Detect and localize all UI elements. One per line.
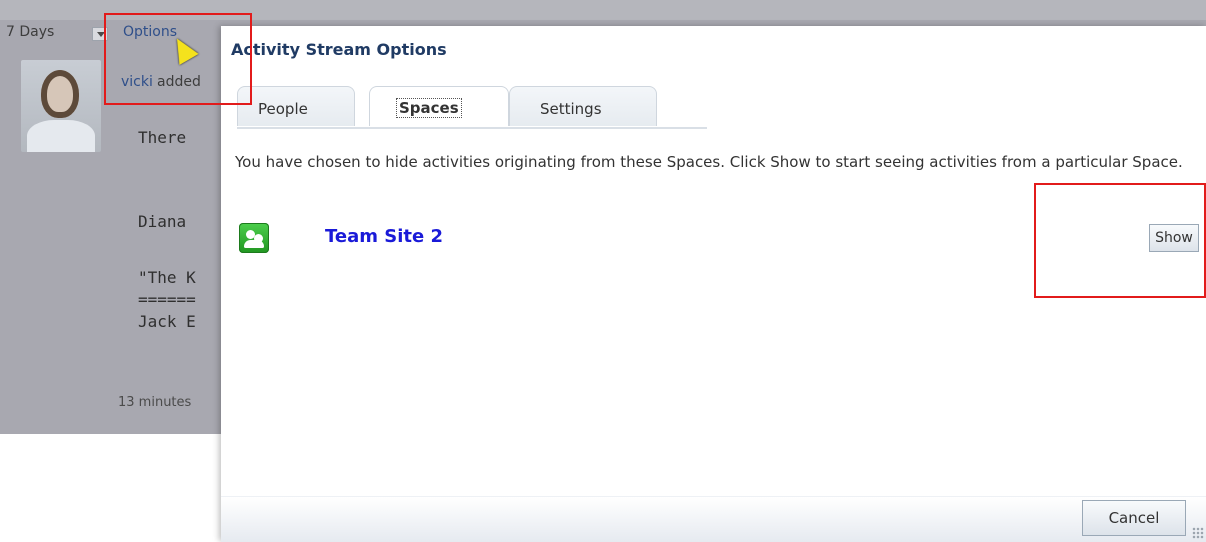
activity-line-4: ====== bbox=[138, 290, 196, 309]
dialog-title: Activity Stream Options bbox=[231, 40, 447, 59]
activity-line-5: Jack E bbox=[138, 312, 196, 331]
dialog-footer bbox=[221, 496, 1206, 542]
tab-bar: People Settings Spaces bbox=[237, 86, 707, 128]
space-link[interactable]: Team Site 2 bbox=[325, 226, 443, 247]
activity-line-2: Diana bbox=[138, 212, 187, 231]
activity-line-1: There bbox=[138, 128, 187, 147]
tab-settings[interactable]: Settings bbox=[509, 86, 657, 126]
avatar bbox=[21, 60, 101, 152]
show-highlight-box bbox=[1034, 183, 1206, 298]
activity-line-3: "The K bbox=[138, 268, 196, 287]
team-space-icon bbox=[239, 223, 269, 253]
tab-label: Spaces bbox=[396, 98, 462, 118]
cancel-button[interactable]: Cancel bbox=[1082, 500, 1186, 536]
tab-label: Settings bbox=[540, 100, 602, 118]
activity-timestamp: 13 minutes bbox=[118, 395, 192, 410]
resize-grip-icon[interactable] bbox=[1192, 527, 1204, 539]
description-text: You have chosen to hide activities origi… bbox=[235, 153, 1183, 171]
tab-spaces[interactable]: Spaces bbox=[369, 86, 509, 126]
tab-divider bbox=[237, 127, 707, 129]
days-filter-label: 7 Days bbox=[6, 24, 55, 40]
tab-label: People bbox=[258, 100, 308, 118]
tab-people[interactable]: People bbox=[237, 86, 355, 126]
